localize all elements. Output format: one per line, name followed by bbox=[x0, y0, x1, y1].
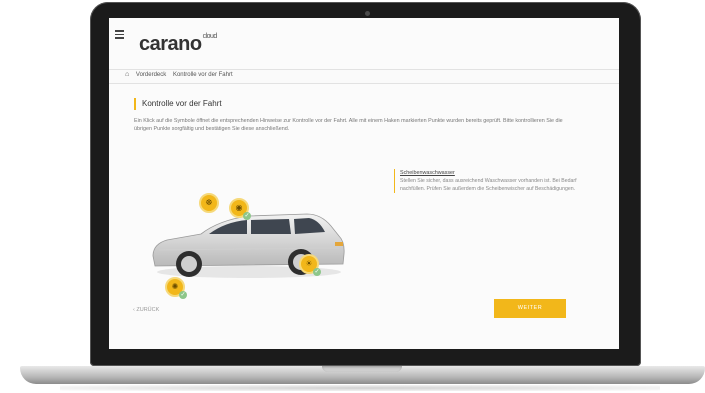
wheel-icon: ✺ bbox=[171, 282, 179, 291]
check-icon: ✓ bbox=[243, 212, 251, 220]
back-button[interactable]: ‹ ZURÜCK bbox=[133, 307, 159, 313]
info-text: Stellen Sie sicher, dass ausreichend Was… bbox=[400, 178, 577, 192]
car-illustration: ☸ ◉ ✓ ✺ ✓ ☀ ✓ bbox=[139, 190, 359, 300]
steering-wheel-icon: ☸ bbox=[205, 198, 213, 207]
wheel-marker[interactable]: ✺ ✓ bbox=[165, 277, 187, 299]
logo: caranocloud bbox=[139, 33, 218, 56]
steering-wheel-marker[interactable]: ☸ bbox=[199, 193, 219, 213]
info-title[interactable]: Scheibenwaschwasser bbox=[400, 169, 580, 177]
breadcrumb-item-1[interactable]: Vorderdeck bbox=[136, 72, 166, 78]
laptop-shadow bbox=[60, 385, 660, 391]
intro-text: Ein Klick auf die Symbole öffnet die ent… bbox=[134, 118, 563, 132]
logo-text: carano bbox=[139, 33, 202, 55]
laptop-notch bbox=[322, 366, 402, 372]
logo-sup: cloud bbox=[202, 33, 218, 41]
light-icon: ☀ bbox=[305, 259, 313, 268]
camera bbox=[365, 11, 370, 16]
light-marker[interactable]: ☀ ✓ bbox=[299, 254, 321, 276]
breadcrumb: ⌂ Vorderdeck Kontrolle vor der Fahrt bbox=[109, 69, 619, 84]
breadcrumb-item-2[interactable]: Kontrolle vor der Fahrt bbox=[173, 72, 233, 78]
check-icon: ✓ bbox=[179, 291, 187, 299]
page-title: Kontrolle vor der Fahrt bbox=[134, 98, 222, 110]
next-button[interactable]: WEITER bbox=[494, 299, 566, 318]
check-icon: ✓ bbox=[313, 268, 321, 276]
info-box: Scheibenwaschwasser Stellen Sie sicher, … bbox=[394, 169, 580, 193]
breadcrumb-inner: ⌂ Vorderdeck Kontrolle vor der Fahrt bbox=[125, 71, 238, 78]
home-icon[interactable]: ⌂ bbox=[125, 71, 129, 78]
hamburger-menu-icon[interactable] bbox=[115, 30, 124, 41]
dashboard-icon: ◉ bbox=[235, 203, 243, 212]
dashboard-marker[interactable]: ◉ ✓ bbox=[229, 198, 251, 220]
screen: caranocloud ⌂ Vorderdeck Kontrolle vor d… bbox=[109, 18, 619, 349]
